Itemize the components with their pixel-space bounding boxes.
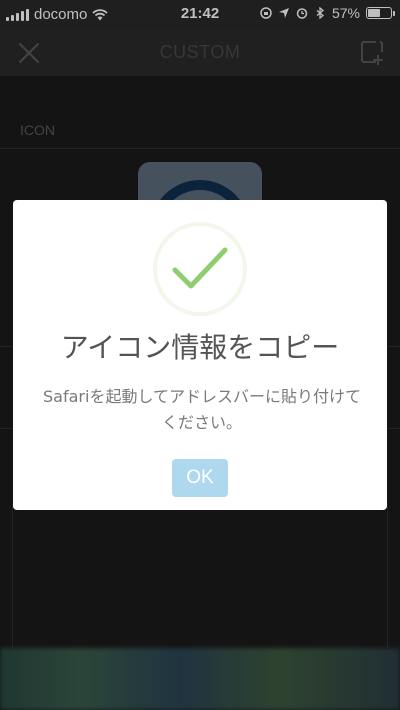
success-badge (153, 222, 247, 316)
dialog-title: アイコン情報をコピー (60, 331, 340, 364)
copy-success-dialog: アイコン情報をコピー Safariを起動してアドレスバーに貼り付けてください。 … (13, 200, 387, 510)
ok-button[interactable]: OK (172, 459, 228, 497)
dialog-message: Safariを起動してアドレスバーに貼り付けてください。 (43, 387, 361, 432)
check-icon (172, 247, 228, 289)
